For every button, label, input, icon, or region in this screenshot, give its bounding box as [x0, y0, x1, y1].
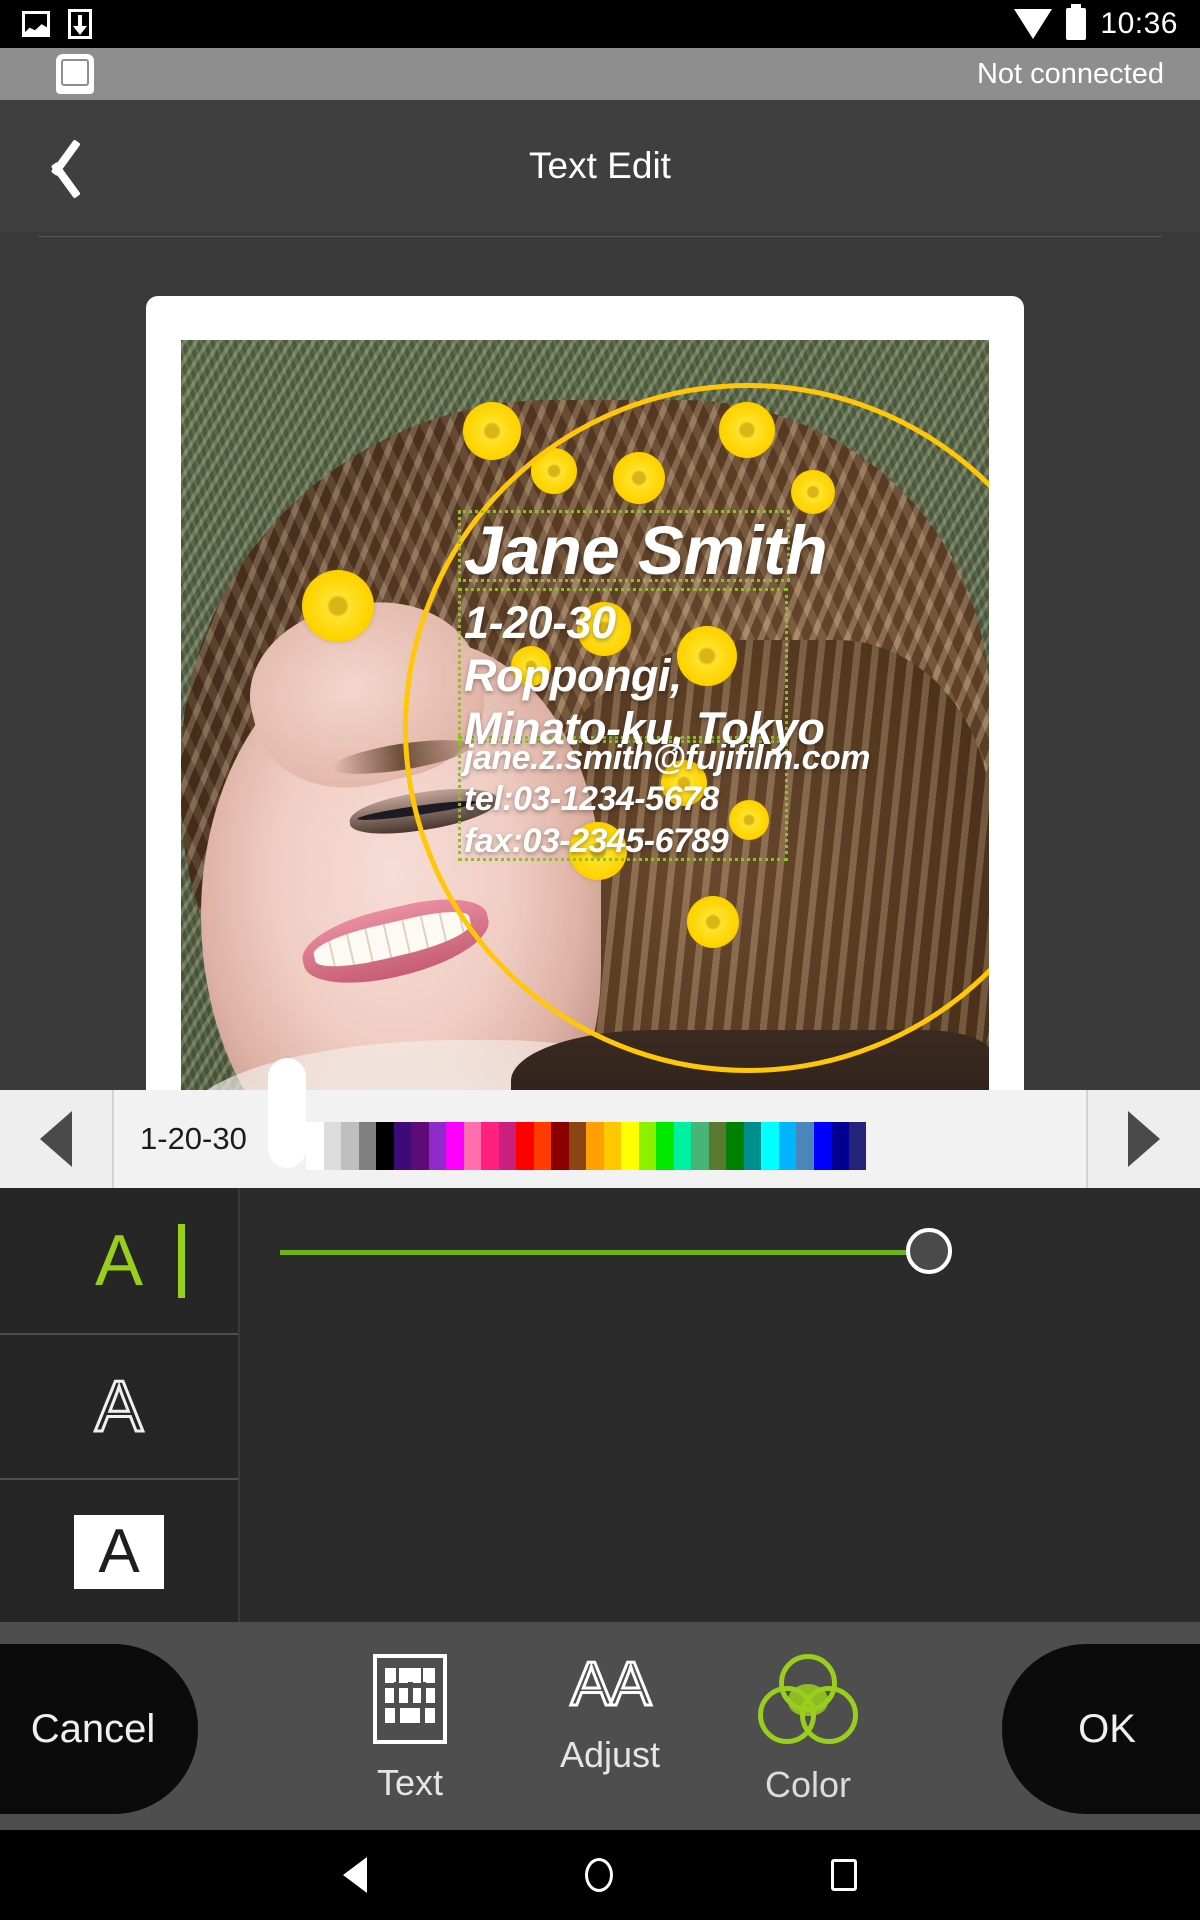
keyboard-icon: [373, 1654, 447, 1744]
color-swatch[interactable]: [376, 1122, 394, 1170]
back-nav-icon[interactable]: [343, 1857, 367, 1893]
next-text-button[interactable]: [1088, 1090, 1200, 1188]
tool-color[interactable]: Color: [718, 1654, 898, 1806]
slider-thumb[interactable]: [906, 1228, 952, 1274]
color-swatch[interactable]: [393, 1122, 411, 1170]
photo-canvas[interactable]: Jane Smith 1-20-30 Roppongi, Minato-ku, …: [181, 340, 989, 1090]
color-swatch[interactable]: [358, 1122, 376, 1170]
android-nav-bar: [0, 1830, 1200, 1920]
color-swatch[interactable]: [551, 1122, 569, 1170]
tool-adjust-label: Adjust: [559, 1734, 661, 1775]
overlay-text-name[interactable]: Jane Smith: [464, 516, 828, 585]
color-swatch[interactable]: [568, 1122, 586, 1170]
color-swatch[interactable]: [638, 1122, 656, 1170]
color-swatch[interactable]: [848, 1122, 866, 1170]
connection-bar[interactable]: Not connected: [0, 48, 1200, 100]
color-circles-icon: [758, 1654, 858, 1746]
style-option-background[interactable]: A: [0, 1478, 238, 1623]
color-swatch[interactable]: [813, 1122, 831, 1170]
wifi-icon: [1014, 9, 1053, 39]
tool-text[interactable]: Text: [320, 1654, 500, 1804]
color-swatch[interactable]: [498, 1122, 516, 1170]
tool-adjust[interactable]: AA Adjust: [520, 1650, 700, 1776]
color-swatch[interactable]: [743, 1122, 761, 1170]
page-title: Text Edit: [529, 145, 671, 186]
color-swatch[interactable]: [516, 1122, 534, 1170]
color-swatch[interactable]: [428, 1122, 446, 1170]
download-icon: [68, 9, 92, 39]
color-swatch[interactable]: [463, 1122, 481, 1170]
status-bar: 10:36: [0, 0, 1200, 48]
color-swatch[interactable]: [603, 1122, 621, 1170]
color-swatch[interactable]: [691, 1122, 709, 1170]
gallery-icon: [22, 11, 50, 37]
cancel-button[interactable]: Cancel: [0, 1644, 198, 1814]
text-caret-icon: [178, 1224, 185, 1298]
color-swatch[interactable]: [621, 1122, 639, 1170]
color-swatch[interactable]: [656, 1122, 674, 1170]
color-swatch[interactable]: [761, 1122, 779, 1170]
color-swatch[interactable]: [306, 1122, 324, 1170]
preview-area[interactable]: Jane Smith 1-20-30 Roppongi, Minato-ku, …: [0, 237, 1200, 1090]
color-swatch[interactable]: [533, 1122, 551, 1170]
text-style-rail: A A A: [0, 1188, 240, 1622]
status-bar-clock: 10:36: [1100, 7, 1178, 40]
style-option-outline[interactable]: A: [0, 1333, 238, 1478]
color-swatch[interactable]: [411, 1122, 429, 1170]
status-bar-right: 10:36: [1014, 4, 1200, 41]
printer-icon: [56, 54, 94, 94]
size-slider[interactable]: [280, 1222, 952, 1282]
color-swatch[interactable]: [796, 1122, 814, 1170]
chevron-right-icon: [1128, 1111, 1160, 1167]
connection-status: Not connected: [976, 57, 1164, 90]
color-swatch-strip[interactable]: [306, 1122, 866, 1170]
title-bar: Text Edit: [0, 100, 1200, 232]
style-glyph-outline: A: [93, 1366, 144, 1447]
tool-text-label: Text: [376, 1762, 444, 1803]
overlay-text-address[interactable]: 1-20-30 Roppongi, Minato-ku, Tokyo: [464, 596, 825, 755]
ok-button[interactable]: OK: [1002, 1644, 1200, 1814]
color-swatch[interactable]: [831, 1122, 849, 1170]
color-swatch[interactable]: [446, 1122, 464, 1170]
battery-icon: [1066, 4, 1087, 40]
home-nav-icon[interactable]: [585, 1858, 613, 1892]
style-glyph-background: A: [74, 1514, 164, 1589]
color-swatch[interactable]: [778, 1122, 796, 1170]
style-option-fill[interactable]: A: [0, 1188, 238, 1333]
app-root: 10:36 Not connected Text Edit Jane Smith…: [0, 0, 1200, 1920]
style-glyph-fill: A: [94, 1220, 144, 1301]
selected-color-chip[interactable]: [268, 1058, 306, 1168]
color-swatch[interactable]: [341, 1122, 359, 1170]
status-bar-left: [0, 9, 92, 39]
flower-icon: [463, 402, 521, 460]
slider-track: [280, 1250, 924, 1255]
recents-nav-icon[interactable]: [831, 1859, 857, 1891]
color-swatch[interactable]: [673, 1122, 691, 1170]
prev-text-button[interactable]: [0, 1090, 112, 1188]
color-swatch[interactable]: [726, 1122, 744, 1170]
chevron-left-icon: [40, 1111, 72, 1167]
print-card: Jane Smith 1-20-30 Roppongi, Minato-ku, …: [146, 296, 1024, 1090]
color-swatch[interactable]: [481, 1122, 499, 1170]
overlay-text-contact[interactable]: jane.z.smith@fujifilm.com tel:03-1234-56…: [464, 738, 871, 862]
color-swatch[interactable]: [708, 1122, 726, 1170]
color-swatch[interactable]: [586, 1122, 604, 1170]
bottom-toolbar: Cancel Text AA Adjust Color OK: [0, 1622, 1200, 1830]
aa-icon: AA: [569, 1650, 653, 1719]
flower-icon: [302, 570, 374, 642]
tool-color-label: Color: [764, 1764, 852, 1805]
color-swatch[interactable]: [323, 1122, 341, 1170]
